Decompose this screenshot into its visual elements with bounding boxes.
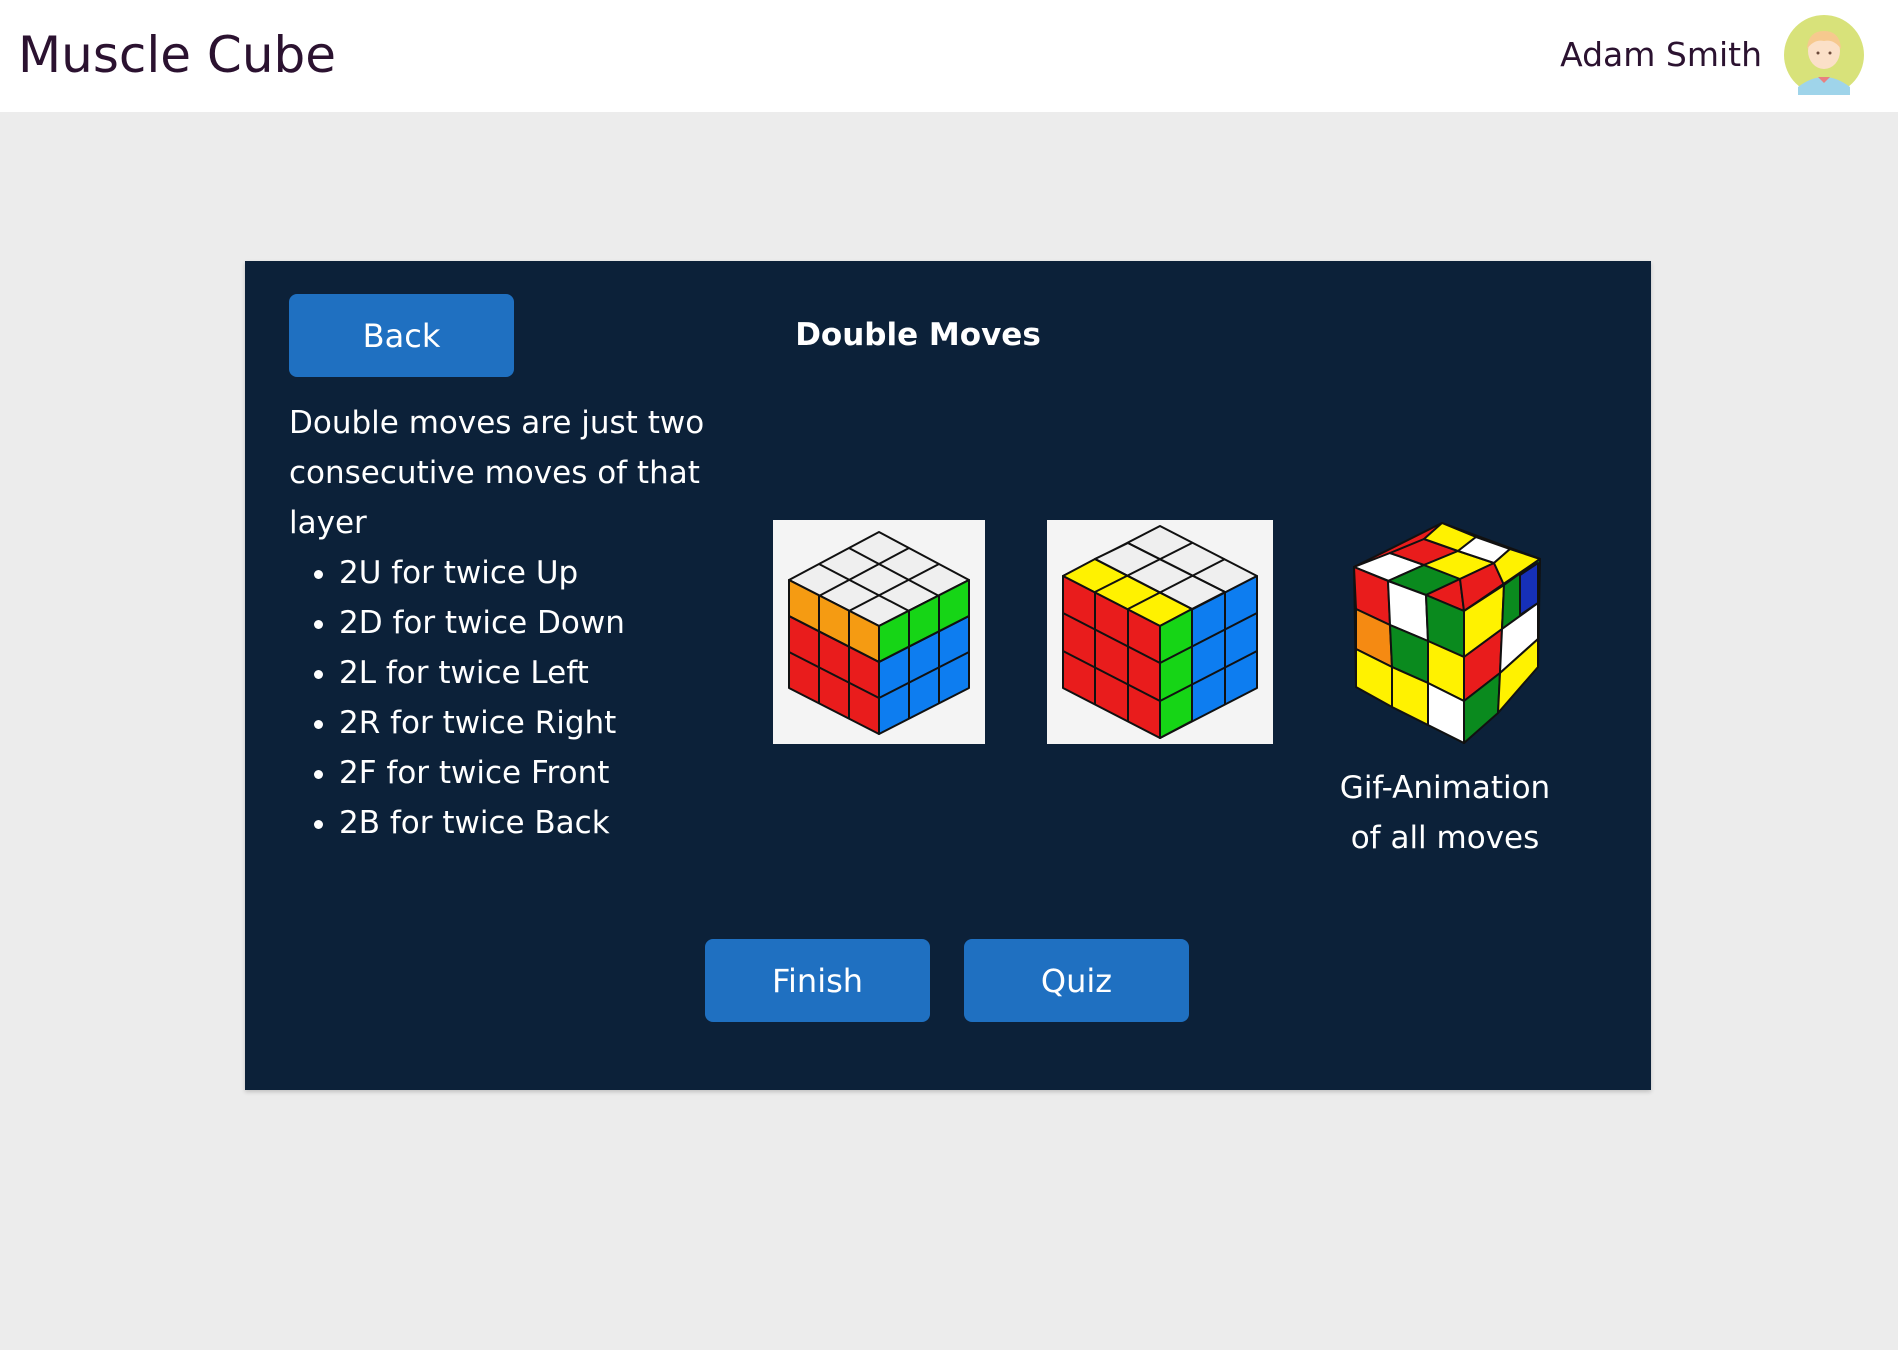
app-title: Muscle Cube bbox=[18, 26, 337, 84]
gif-caption: Gif-Animation of all moves bbox=[1305, 763, 1585, 863]
finish-button[interactable]: Finish bbox=[705, 939, 930, 1022]
list-item: 2R for twice Right bbox=[339, 698, 625, 748]
quiz-button[interactable]: Quiz bbox=[964, 939, 1189, 1022]
list-item: 2U for twice Up bbox=[339, 548, 625, 598]
gif-caption-line-1: Gif-Animation bbox=[1339, 770, 1551, 806]
list-item: 2B for twice Back bbox=[339, 798, 625, 848]
cube-image-r-move bbox=[1047, 520, 1273, 744]
list-item: 2L for twice Left bbox=[339, 648, 625, 698]
user-name[interactable]: Adam Smith bbox=[1560, 35, 1762, 75]
moves-list: 2U for twice Up 2D for twice Down 2L for… bbox=[289, 548, 625, 848]
list-item: 2F for twice Front bbox=[339, 748, 625, 798]
user-avatar-icon[interactable] bbox=[1784, 15, 1864, 95]
cube-image-u-move bbox=[773, 520, 985, 744]
lesson-intro-text: Double moves are just two consecutive mo… bbox=[289, 405, 705, 541]
cube-animation-gif bbox=[1332, 517, 1552, 753]
gif-caption-line-2: of all moves bbox=[1350, 820, 1540, 856]
lesson-card: Back Double Moves Double moves are just … bbox=[245, 261, 1651, 1090]
lesson-title: Double Moves bbox=[795, 317, 1041, 353]
top-header: Muscle Cube Adam Smith bbox=[0, 0, 1898, 112]
list-item: 2D for twice Down bbox=[339, 598, 625, 648]
back-button[interactable]: Back bbox=[289, 294, 514, 377]
